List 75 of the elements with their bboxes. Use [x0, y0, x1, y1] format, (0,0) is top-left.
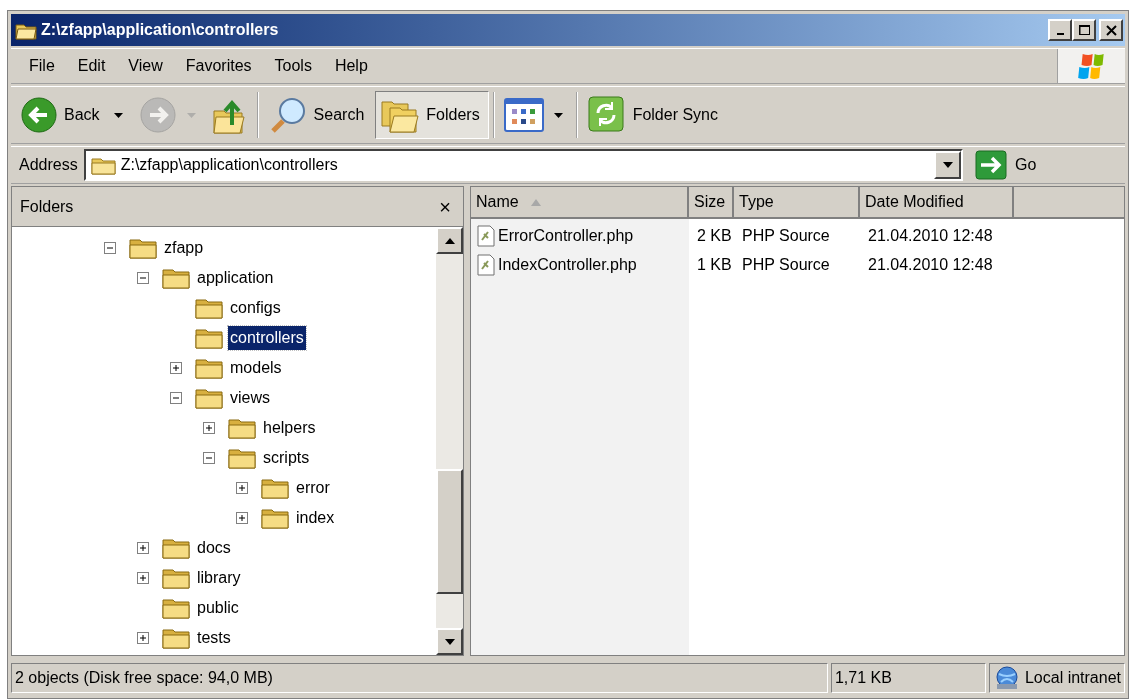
collapse-icon[interactable] [102, 240, 118, 256]
menu-item[interactable]: Favorites [175, 54, 262, 78]
folder-tree-item[interactable]: error [294, 476, 332, 500]
minimize-icon [1056, 33, 1064, 35]
menu-item[interactable]: Edit [67, 54, 116, 78]
go-button[interactable]: Go [971, 149, 1121, 181]
expand-icon[interactable] [135, 630, 151, 646]
close-pane-button[interactable]: × [435, 196, 455, 217]
table-cell-text: 21.04.2010 12:48 [868, 225, 993, 246]
maximize-button[interactable] [1072, 19, 1096, 41]
minimize-button[interactable] [1048, 19, 1072, 41]
folder-tree-item[interactable]: application [195, 266, 276, 290]
expand-icon[interactable] [135, 570, 151, 586]
table-cell-text: 2 KB [697, 225, 732, 246]
dropdown-caret-icon [553, 112, 563, 118]
sort-ascending-icon [530, 198, 541, 206]
expand-icon[interactable] [234, 510, 250, 526]
close-icon [1105, 24, 1117, 36]
dropdown-caret-icon [113, 112, 123, 118]
folder-tree-item[interactable]: docs [195, 536, 233, 560]
file-name[interactable]: ErrorController.php [498, 223, 634, 248]
menu-item[interactable]: Help [324, 54, 378, 78]
column-header[interactable]: Size [689, 187, 734, 219]
address-field[interactable]: Z:\zfapp\application\controllers [83, 149, 963, 181]
expand-icon[interactable] [135, 540, 151, 556]
pane-title: Folders [20, 196, 75, 217]
menu-item[interactable]: Tools [264, 54, 322, 78]
search-button[interactable]: Search [262, 91, 374, 139]
window-title: Z:\zfapp\application\controllers [41, 20, 280, 40]
caret-icon [942, 162, 953, 168]
column-header[interactable]: Name [471, 187, 689, 219]
scrollbar[interactable] [436, 227, 463, 655]
folder-tree-item[interactable]: tests [195, 626, 233, 650]
folder-tree-item[interactable]: scripts [261, 446, 312, 470]
folder-tree-item[interactable]: library [195, 566, 243, 590]
table-cell-text: PHP Source [742, 225, 830, 246]
collapse-icon[interactable] [168, 390, 184, 406]
menu-item[interactable]: View [118, 54, 173, 78]
column-header[interactable] [1014, 187, 1124, 219]
table-cell-text: PHP Source [742, 254, 830, 275]
folder-tree-item[interactable]: configs [228, 296, 283, 320]
expand-icon[interactable] [234, 480, 250, 496]
close-button[interactable] [1099, 19, 1123, 41]
maximize-icon [1078, 25, 1090, 35]
sync-button[interactable]: Folder Sync [581, 91, 727, 139]
expand-icon[interactable] [201, 420, 217, 436]
menu-item[interactable]: File [19, 54, 65, 78]
view-grid-icon [503, 98, 544, 132]
address-label: Address [19, 155, 78, 175]
dropdown-button[interactable] [934, 151, 961, 179]
sync-icon [586, 95, 627, 135]
folder-tree-item[interactable]: public [195, 596, 241, 620]
expand-icon[interactable] [168, 360, 184, 376]
folder-tree-item[interactable]: controllers [228, 326, 306, 350]
collapse-icon[interactable] [135, 270, 151, 286]
status-text: 2 objects (Disk free space: 94,0 MB) [11, 663, 828, 693]
collapse-icon[interactable] [201, 450, 217, 466]
folder-tree-item[interactable]: index [294, 506, 337, 530]
folder-tree-item[interactable]: views [228, 386, 272, 410]
folders-button[interactable]: Folders [375, 91, 489, 139]
table-cell-text: 21.04.2010 12:48 [868, 254, 993, 275]
folder-tree-item[interactable]: models [228, 356, 284, 380]
scroll-up-arrow-icon[interactable] [444, 237, 455, 244]
folder-tree-item[interactable]: helpers [261, 416, 318, 440]
folder-tree-item[interactable]: zfapp [162, 236, 206, 260]
file-name[interactable]: IndexController.php [498, 252, 637, 277]
zone-label: Local intranet [1024, 668, 1121, 688]
column-header[interactable]: Date Modified [860, 187, 1014, 219]
back-button[interactable]: Back [15, 91, 132, 139]
windows-flag-icon [1076, 51, 1107, 81]
column-header[interactable]: Type [734, 187, 860, 219]
scroll-down-arrow-icon[interactable] [444, 638, 455, 645]
table-cell-text: 1 KB [697, 254, 732, 275]
status-size: 1,71 KB [830, 663, 986, 693]
dropdown-caret-icon [186, 112, 196, 118]
